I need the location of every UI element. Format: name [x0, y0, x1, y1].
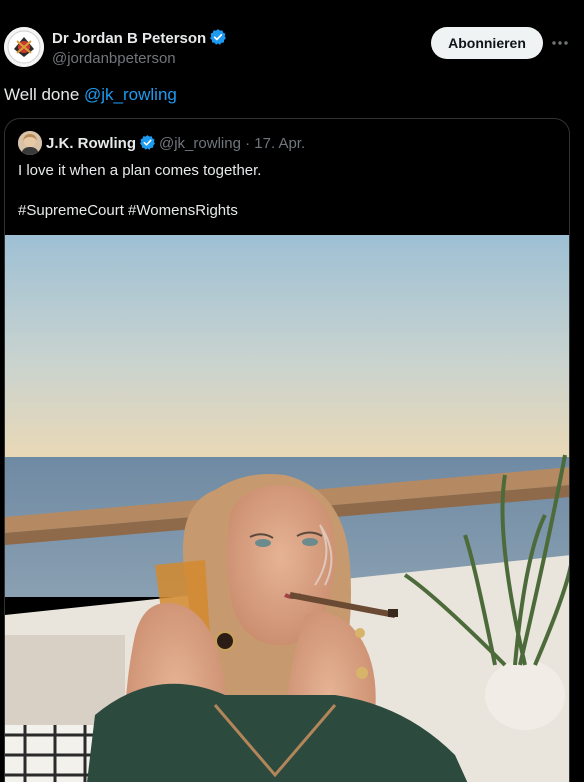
- quoted-author-handle[interactable]: @jk_rowling: [159, 135, 241, 152]
- photo-icon: [5, 235, 569, 782]
- author-name[interactable]: Dr Jordan B Peterson: [52, 28, 227, 50]
- tweet: Dr Jordan B Peterson @jordanbpeterson Ab…: [0, 0, 584, 782]
- quoted-author-name[interactable]: J.K. Rowling: [46, 135, 136, 152]
- quoted-tweet[interactable]: J.K. Rowling @jk_rowling · 17. Apr. I lov…: [4, 118, 570, 782]
- quoted-author-avatar[interactable]: [18, 131, 42, 155]
- verified-badge-icon: [209, 28, 227, 50]
- author-handle[interactable]: @jordanbpeterson: [52, 50, 176, 67]
- meta-separator: ·: [240, 135, 255, 152]
- mention-link[interactable]: @jk_rowling: [84, 85, 177, 104]
- quoted-tweet-hashtags[interactable]: #SupremeCourt #WomensRights: [18, 202, 238, 219]
- tweet-text: Well done @jk_rowling: [4, 85, 177, 105]
- subscribe-button[interactable]: Abonnieren: [431, 27, 543, 59]
- author-avatar[interactable]: [4, 27, 44, 67]
- tweet-header: Dr Jordan B Peterson @jordanbpeterson Ab…: [0, 0, 584, 80]
- verified-badge-icon: [139, 134, 156, 155]
- quoted-author-row: J.K. Rowling @jk_rowling · 17. Apr.: [46, 134, 305, 155]
- more-options-icon[interactable]: [550, 33, 570, 53]
- quoted-post-date[interactable]: 17. Apr.: [254, 135, 305, 152]
- tweet-text-prefix: Well done: [4, 85, 85, 104]
- quoted-tweet-text: I love it when a plan comes together.: [18, 162, 262, 179]
- quoted-tweet-photo[interactable]: [5, 235, 569, 782]
- author-name-text[interactable]: Dr Jordan B Peterson: [52, 30, 206, 47]
